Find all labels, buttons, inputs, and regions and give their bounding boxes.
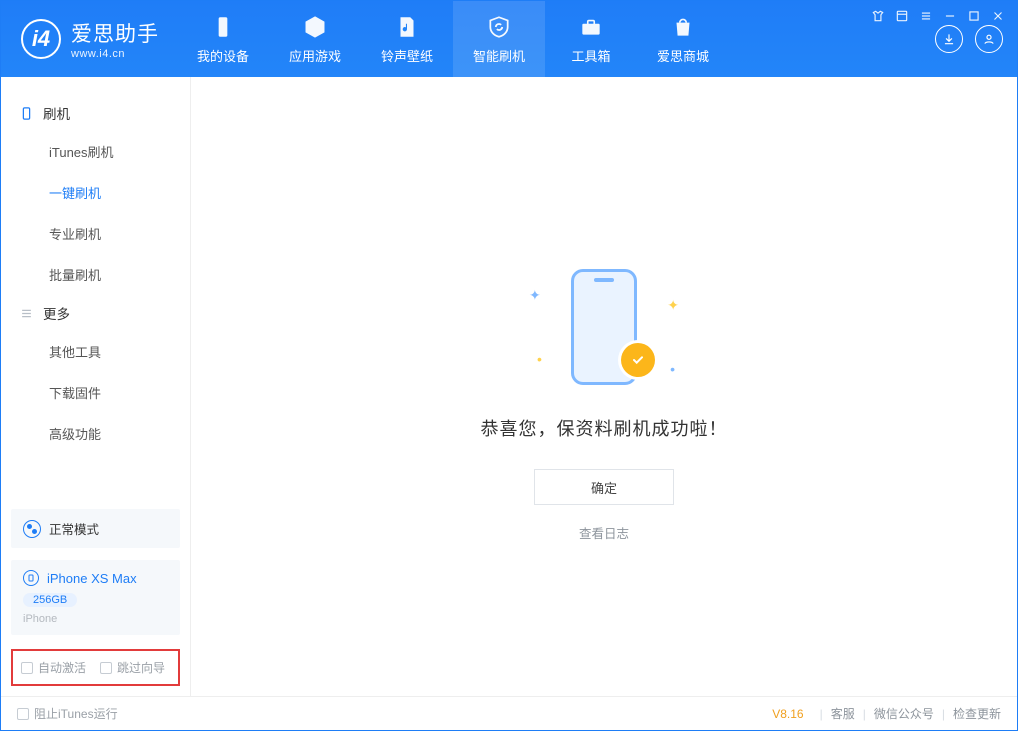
sidebar-group-more: 更多 (1, 295, 190, 331)
phone-outline-icon (19, 106, 34, 121)
tab-label: 铃声壁纸 (381, 46, 433, 65)
menu-icon[interactable] (919, 9, 933, 26)
shirt-icon[interactable] (871, 9, 885, 26)
checkbox-block-itunes[interactable]: 阻止iTunes运行 (17, 705, 118, 722)
success-message: 恭喜您，保资料刷机成功啦！ (481, 415, 728, 441)
checkbox-auto-activate[interactable]: 自动激活 (21, 659, 86, 676)
check-badge-icon (621, 343, 655, 377)
tab-label: 应用游戏 (289, 46, 341, 65)
tab-ringtone-wallpaper[interactable]: 铃声壁纸 (361, 1, 453, 77)
nav-tabs: 我的设备 应用游戏 铃声壁纸 智能刷机 工具箱 爱思商城 (177, 1, 729, 77)
shield-refresh-icon (486, 14, 512, 40)
sidebar-group-flash: 刷机 (1, 95, 190, 131)
toolbox-icon (578, 14, 604, 40)
device-card[interactable]: iPhone XS Max 256GB iPhone (11, 560, 180, 635)
layout-icon[interactable] (895, 9, 909, 26)
main-panel: ✦✦ •• 恭喜您，保资料刷机成功啦！ 确定 查看日志 (191, 77, 1017, 696)
view-log-link[interactable]: 查看日志 (579, 523, 629, 542)
app-url: www.i4.cn (71, 48, 159, 60)
confirm-button[interactable]: 确定 (534, 469, 674, 505)
storage-badge: 256GB (23, 593, 77, 607)
list-icon (19, 306, 34, 321)
footer-link-wechat[interactable]: 微信公众号 (874, 705, 934, 722)
window-controls (871, 9, 1005, 26)
footer-link-check-update[interactable]: 检查更新 (953, 705, 1001, 722)
app-window: i4 爱思助手 www.i4.cn 我的设备 应用游戏 铃声壁纸 智能刷机 (0, 0, 1018, 731)
download-icon (942, 32, 956, 46)
tab-store[interactable]: 爱思商城 (637, 1, 729, 77)
checkbox-label: 阻止iTunes运行 (34, 705, 118, 722)
checkbox-icon (21, 662, 33, 674)
options-row: 自动激活 跳过向导 (11, 649, 180, 686)
tab-label: 爱思商城 (657, 46, 709, 65)
checkbox-icon (100, 662, 112, 674)
device-name: iPhone XS Max (47, 571, 137, 586)
close-button[interactable] (991, 9, 1005, 26)
tab-smart-flash[interactable]: 智能刷机 (453, 1, 545, 77)
group-title-label: 更多 (43, 303, 70, 323)
sidebar-item-other-tools[interactable]: 其他工具 (1, 331, 190, 372)
checkbox-label: 自动激活 (38, 659, 86, 676)
sidebar-item-advanced[interactable]: 高级功能 (1, 413, 190, 454)
sidebar-item-batch-flash[interactable]: 批量刷机 (1, 254, 190, 295)
tab-toolbox[interactable]: 工具箱 (545, 1, 637, 77)
device-type: iPhone (23, 613, 57, 625)
checkbox-icon (17, 708, 29, 720)
shopping-bag-icon (670, 14, 696, 40)
header-right (935, 25, 1017, 53)
account-button[interactable] (975, 25, 1003, 53)
download-button[interactable] (935, 25, 963, 53)
device-icon (210, 14, 236, 40)
sidebar-item-oneclick-flash[interactable]: 一键刷机 (1, 172, 190, 213)
maximize-button[interactable] (967, 9, 981, 26)
tab-my-device[interactable]: 我的设备 (177, 1, 269, 77)
mode-card[interactable]: 正常模式 (11, 509, 180, 548)
sidebar: 刷机 iTunes刷机 一键刷机 专业刷机 批量刷机 更多 其他工具 下载固件 … (1, 77, 191, 696)
checkbox-label: 跳过向导 (117, 659, 165, 676)
footer-link-support[interactable]: 客服 (831, 705, 855, 722)
sidebar-item-itunes-flash[interactable]: iTunes刷机 (1, 131, 190, 172)
logo-text: 爱思助手 www.i4.cn (71, 18, 159, 60)
group-title-label: 刷机 (43, 103, 70, 123)
cube-icon (302, 14, 328, 40)
tab-label: 智能刷机 (473, 46, 525, 65)
minimize-button[interactable] (943, 9, 957, 26)
music-file-icon (394, 14, 420, 40)
footer: 阻止iTunes运行 V8.16 | 客服 | 微信公众号 | 检查更新 (1, 696, 1017, 730)
mode-label: 正常模式 (49, 519, 99, 538)
sidebar-item-pro-flash[interactable]: 专业刷机 (1, 213, 190, 254)
tab-apps-games[interactable]: 应用游戏 (269, 1, 361, 77)
logo-icon: i4 (21, 19, 61, 59)
version-label: V8.16 (772, 707, 803, 721)
tab-label: 工具箱 (571, 46, 610, 65)
phone-icon (23, 570, 39, 586)
user-icon (982, 32, 996, 46)
mode-icon (23, 520, 41, 538)
app-name: 爱思助手 (71, 18, 159, 48)
checkbox-skip-guide[interactable]: 跳过向导 (100, 659, 165, 676)
success-illustration: ✦✦ •• (519, 267, 689, 387)
body: 刷机 iTunes刷机 一键刷机 专业刷机 批量刷机 更多 其他工具 下载固件 … (1, 77, 1017, 696)
header: i4 爱思助手 www.i4.cn 我的设备 应用游戏 铃声壁纸 智能刷机 (1, 1, 1017, 77)
logo-block[interactable]: i4 爱思助手 www.i4.cn (1, 18, 177, 60)
sidebar-item-download-firmware[interactable]: 下载固件 (1, 372, 190, 413)
tab-label: 我的设备 (197, 46, 249, 65)
